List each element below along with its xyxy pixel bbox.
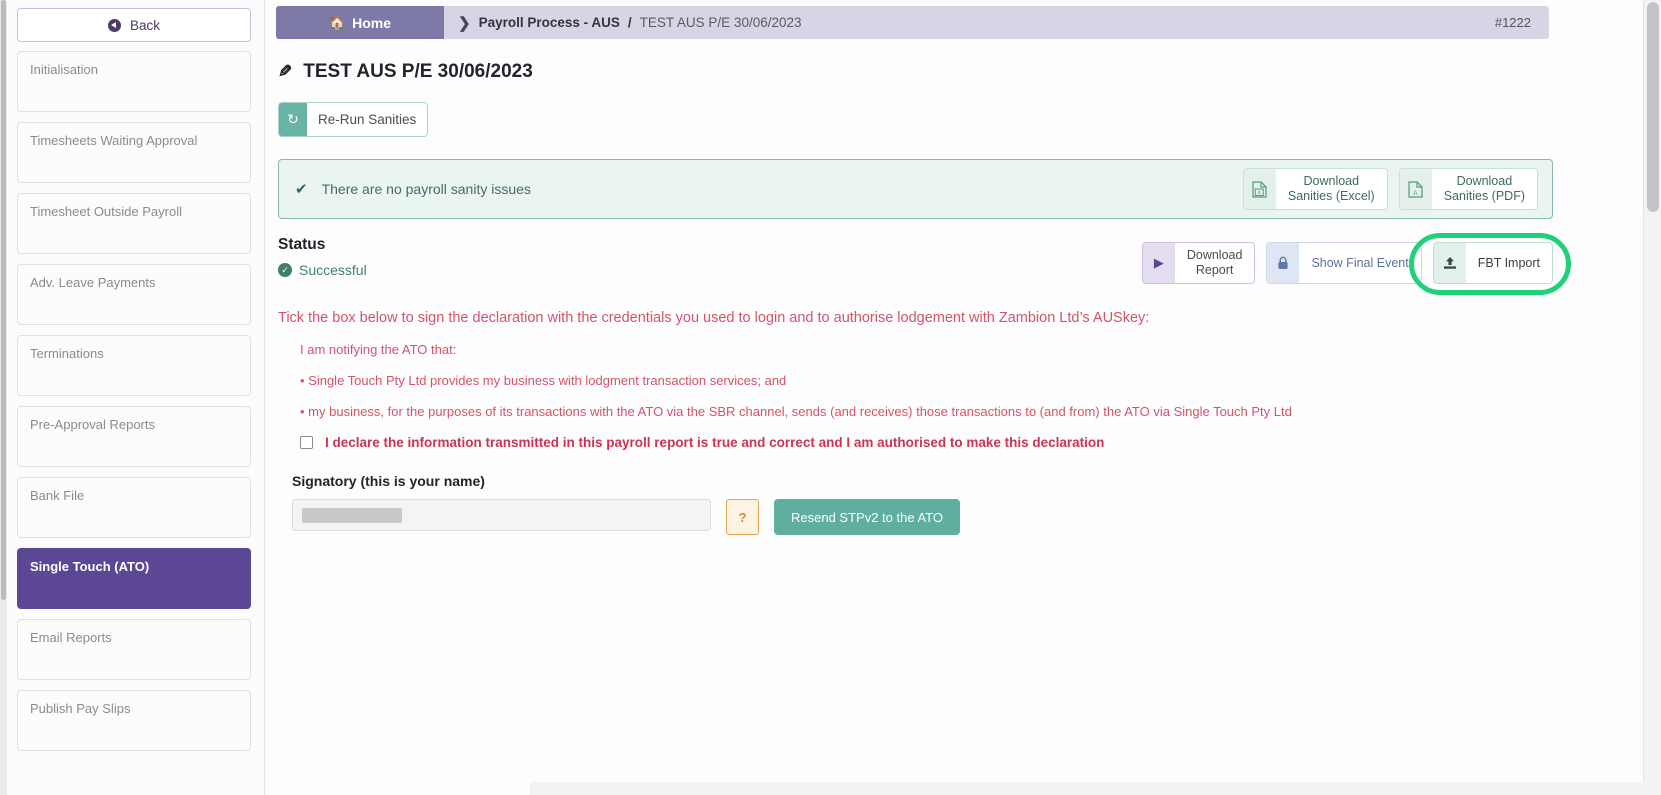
sidebar-item-label: Bank File [30, 488, 85, 503]
download-report-button[interactable]: ▶ Download Report [1141, 242, 1256, 284]
sidebar-item-label: Email Reports [30, 630, 112, 645]
sidebar: Back Initialisation Timesheets Waiting A… [0, 0, 265, 795]
record-id: #1222 [1494, 15, 1531, 30]
status-section: Status ✓ Successful ▶ Download Report Sh… [278, 233, 1571, 298]
sidebar-item-label: Timesheet Outside Payroll [30, 204, 182, 219]
main-content: 🏠 Home ❯ Payroll Process - AUS / TEST AU… [265, 0, 1661, 795]
declaration-intro: I am notifying the ATO that: [300, 342, 457, 357]
download-sanities-pdf-button[interactable]: A Download Sanities (PDF) [1398, 168, 1538, 210]
breadcrumb-home-button[interactable]: 🏠 Home [276, 6, 444, 39]
lock-icon [1267, 243, 1300, 283]
svg-text:x: x [1258, 190, 1261, 196]
sidebar-item-timesheets-waiting-approval[interactable]: Timesheets Waiting Approval [17, 122, 251, 183]
declaration-heading: Tick the box below to sign the declarati… [278, 310, 1150, 326]
horizontal-scrollbar[interactable] [530, 782, 1661, 795]
breadcrumb-current: TEST AUS P/E 30/06/2023 [639, 15, 802, 30]
page-title: ✎ TEST AUS P/E 30/06/2023 [278, 61, 1661, 83]
status-actions: ▶ Download Report Show Final Event FBT I… [1141, 233, 1571, 295]
sidebar-item-label: Initialisation [30, 62, 98, 77]
show-final-event-button[interactable]: Show Final Event [1266, 242, 1422, 284]
play-icon: ▶ [1142, 243, 1175, 283]
sidebar-item-bank-file[interactable]: Bank File [17, 477, 251, 538]
download-sanities-pdf-label: Download Sanities (PDF) [1443, 174, 1525, 203]
arrow-circle-left-icon [107, 18, 121, 32]
signatory-row: ? Resend STPv2 to the ATO [292, 499, 1661, 535]
page-scrollbar[interactable] [1643, 0, 1661, 795]
sidebar-item-label: Single Touch (ATO) [30, 559, 150, 574]
signatory-label: Signatory (this is your name) [292, 473, 485, 489]
sidebar-item-terminations[interactable]: Terminations [17, 335, 251, 396]
page-title-text: TEST AUS P/E 30/06/2023 [303, 61, 533, 82]
sidebar-item-initialisation[interactable]: Initialisation [17, 51, 251, 112]
sidebar-item-publish-pay-slips[interactable]: Publish Pay Slips [17, 690, 251, 751]
breadcrumb-separator: / [627, 15, 632, 30]
sanity-message: There are no payroll sanity issues [321, 181, 531, 197]
sidebar-scrollbar[interactable] [0, 0, 7, 795]
breadcrumb-home-label: Home [352, 14, 392, 31]
sidebar-item-pre-approval-reports[interactable]: Pre-Approval Reports [17, 406, 251, 467]
status-value-text: Successful [299, 262, 367, 278]
sidebar-item-label: Terminations [30, 346, 104, 361]
declaration-bullet-1: • Single Touch Pty Ltd provides my busin… [300, 373, 787, 388]
signatory-input[interactable] [402, 500, 710, 530]
page-scrollbar-thumb[interactable] [1647, 2, 1659, 212]
show-final-event-label: Show Final Event [1311, 255, 1409, 270]
signatory-input-wrap [292, 499, 711, 531]
home-icon: 🏠 [328, 15, 346, 30]
sidebar-item-label: Adv. Leave Payments [30, 275, 156, 290]
back-button[interactable]: Back [17, 8, 251, 42]
breadcrumb-parent-link[interactable]: Payroll Process - AUS [479, 15, 620, 30]
back-button-label: Back [129, 17, 160, 33]
re-run-sanities-button[interactable]: ↻ Re-Run Sanities [278, 102, 429, 137]
sidebar-scrollbar-thumb[interactable] [1, 0, 6, 600]
download-sanities-excel-button[interactable]: x Download Sanities (Excel) [1242, 168, 1388, 210]
sidebar-item-label: Publish Pay Slips [30, 701, 131, 716]
resend-stpv2-button[interactable]: Resend STPv2 to the ATO [774, 499, 960, 535]
upload-icon [1433, 243, 1466, 283]
sanity-alert: ✔ There are no payroll sanity issues x D… [278, 159, 1553, 219]
sidebar-item-email-reports[interactable]: Email Reports [17, 619, 251, 680]
fbt-import-button[interactable]: FBT Import [1432, 242, 1553, 284]
file-excel-icon: x [1243, 169, 1276, 209]
signatory-masked-value [302, 508, 402, 523]
sanity-actions: x Download Sanities (Excel) A Download S… [1242, 168, 1538, 210]
fbt-import-label: FBT Import [1477, 255, 1540, 270]
sidebar-item-single-touch-ato[interactable]: Single Touch (ATO) [17, 548, 251, 609]
refresh-icon: ↻ [279, 103, 307, 136]
re-run-sanities-label: Re-Run Sanities [318, 112, 417, 127]
download-report-label: Download Report [1186, 248, 1243, 277]
declaration-bullet-2: • my business, for the purposes of its t… [300, 404, 1292, 419]
signatory-help-button[interactable]: ? [726, 499, 759, 535]
check-icon: ✔ [295, 181, 308, 198]
check-circle-icon: ✓ [278, 263, 292, 277]
chevron-right-icon: ❯ [458, 14, 471, 32]
sidebar-item-label: Timesheets Waiting Approval [30, 133, 198, 148]
sidebar-item-label: Pre-Approval Reports [30, 417, 155, 432]
breadcrumb-trail: ❯ Payroll Process - AUS / TEST AUS P/E 3… [444, 6, 1549, 39]
declaration-checkbox-row: I declare the information transmitted in… [300, 435, 1558, 450]
signatory-section: Signatory (this is your name) ? Resend S… [292, 473, 1661, 535]
file-pdf-icon: A [1399, 169, 1432, 209]
declaration-section: Tick the box below to sign the declarati… [278, 310, 1558, 450]
sidebar-item-timesheet-outside-payroll[interactable]: Timesheet Outside Payroll [17, 193, 251, 254]
declaration-checkbox-label: I declare the information transmitted in… [325, 435, 1105, 450]
sidebar-item-adv-leave-payments[interactable]: Adv. Leave Payments [17, 264, 251, 325]
svg-text:A: A [1413, 190, 1418, 197]
download-sanities-excel-label: Download Sanities (Excel) [1287, 174, 1375, 203]
declaration-checkbox[interactable] [300, 436, 313, 449]
breadcrumb: 🏠 Home ❯ Payroll Process - AUS / TEST AU… [276, 6, 1549, 39]
pencil-icon: ✎ [278, 62, 293, 81]
app-root: Back Initialisation Timesheets Waiting A… [0, 0, 1661, 795]
